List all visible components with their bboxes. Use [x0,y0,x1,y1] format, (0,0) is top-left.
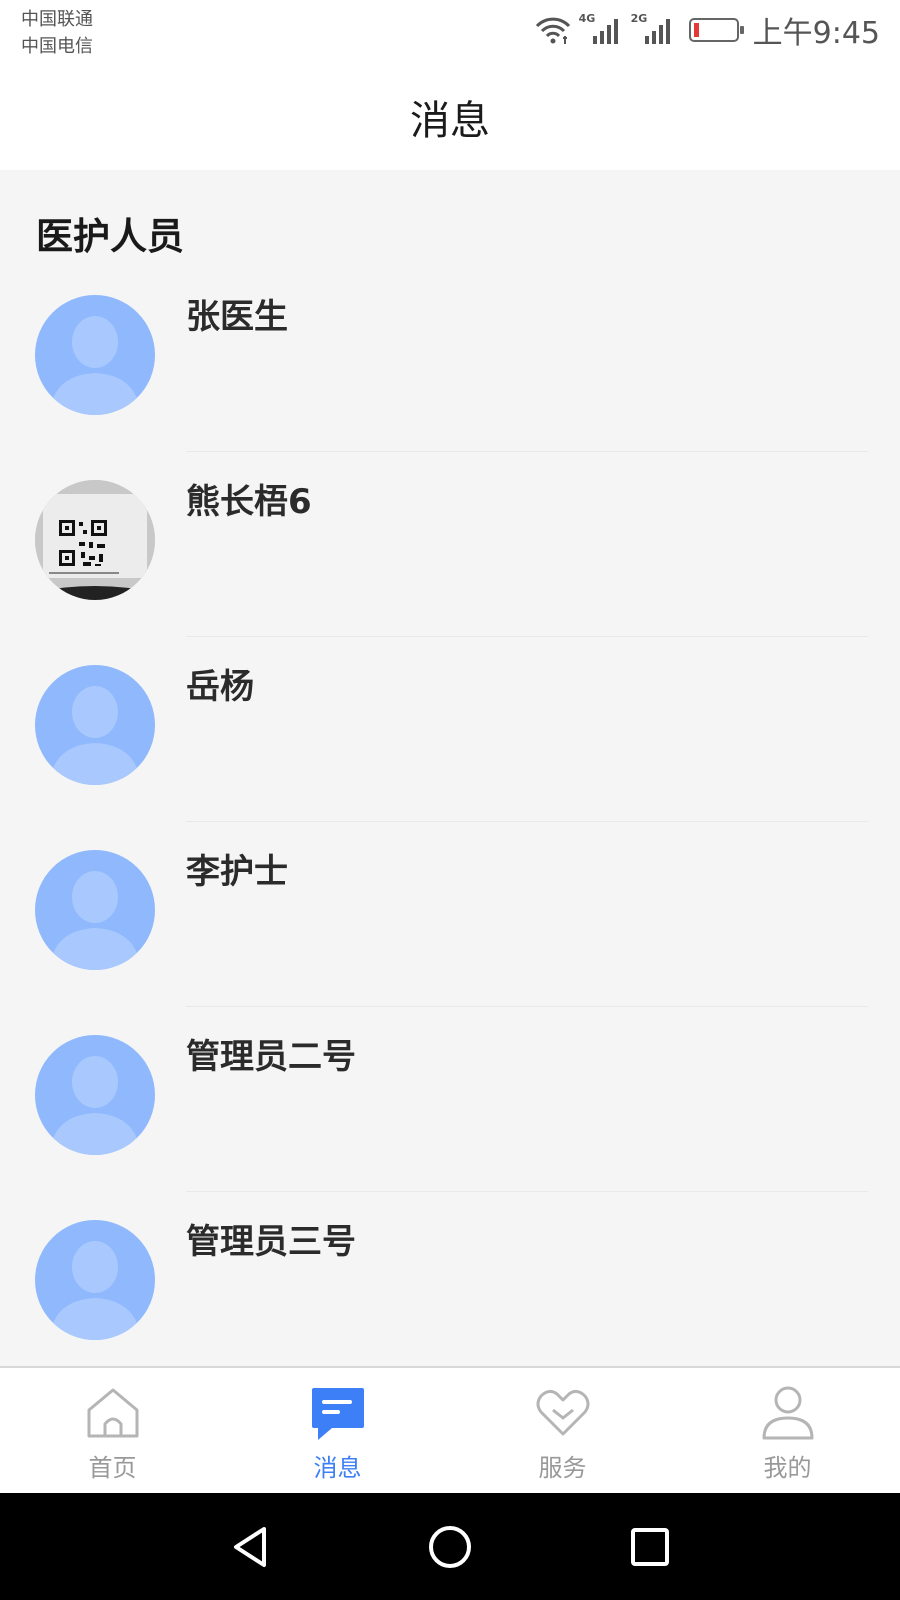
heart-icon [536,1389,589,1436]
status-bar: 中国联通 中国电信 4G 2G 上午9:45 [0,0,900,64]
qr-code-photo-icon [35,480,155,600]
bottom-tab-bar: 首页 消息 服务 我的 [0,1366,900,1493]
contact-item[interactable]: 岳杨 [0,637,900,822]
default-avatar-icon [49,316,141,415]
default-avatar-icon [49,871,141,970]
carrier-2: 中国电信 [21,36,93,57]
tab-messages-label: 消息 [313,1454,362,1482]
contact-item[interactable]: 熊长梧6 [0,452,900,637]
signal-4g-icon: 4G [579,12,625,46]
default-avatar-icon [49,1241,141,1340]
contact-name: 熊长梧6 [186,482,312,522]
avatar [35,480,155,600]
avatar [35,1035,155,1155]
page-header: 消息 [0,64,900,170]
contact-name: 管理员二号 [186,1037,356,1077]
contact-item[interactable]: 管理员三号 [0,1192,900,1377]
home-circle-icon[interactable] [426,1523,474,1571]
contact-name: 张医生 [186,297,288,337]
default-avatar-icon [49,1056,141,1155]
avatar [35,850,155,970]
contact-list: 张医生 熊长梧6 岳杨 李护士 管理员二号 管理员三号 [0,267,900,1377]
contact-item[interactable]: 管理员二号 [0,1007,900,1192]
wifi-icon [535,17,570,44]
tab-home-label: 首页 [88,1454,137,1482]
tab-profile-label: 我的 [763,1454,812,1482]
avatar [35,295,155,415]
contact-item[interactable]: 李护士 [0,822,900,1007]
back-icon[interactable] [226,1523,274,1571]
contact-name: 岳杨 [186,667,254,707]
contact-name: 管理员三号 [186,1222,356,1262]
clock: 上午9:45 [752,16,880,51]
system-nav-bar [0,1493,900,1600]
recents-icon[interactable] [626,1523,674,1571]
contact-item[interactable]: 张医生 [0,267,900,452]
carrier-1: 中国联通 [21,9,93,30]
section-title: 医护人员 [36,215,184,258]
tab-messages[interactable]: 消息 [225,1368,450,1493]
message-icon [311,1388,364,1440]
tab-home[interactable]: 首页 [0,1368,225,1493]
contact-name: 李护士 [186,852,288,892]
tab-profile[interactable]: 我的 [675,1368,900,1493]
carrier-names: 中国联通 中国电信 [21,6,93,60]
tab-services[interactable]: 服务 [450,1368,675,1493]
page-title: 消息 [410,98,490,144]
avatar [35,1220,155,1340]
battery-icon [688,18,744,42]
tab-services-label: 服务 [538,1454,587,1482]
avatar [35,665,155,785]
default-avatar-icon [49,686,141,785]
person-icon [762,1386,813,1440]
signal-2g-icon: 2G [631,12,677,46]
home-icon [87,1388,138,1438]
